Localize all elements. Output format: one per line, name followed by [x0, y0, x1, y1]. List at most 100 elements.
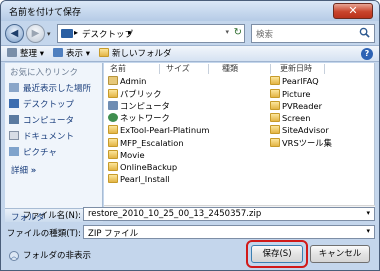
chevron-up-icon: ︿ — [9, 251, 19, 261]
list-item[interactable]: OnlineBackup — [108, 162, 177, 173]
address-dropdown-icon[interactable]: ▾ — [225, 28, 229, 36]
list-item-name: OnlineBackup — [120, 162, 178, 172]
desktop-folder-icon — [61, 29, 73, 38]
computer-icon — [9, 115, 19, 124]
window-title: 名前を付けて保存 — [9, 8, 82, 18]
folder-icon — [108, 174, 118, 183]
folder-icon — [270, 76, 280, 85]
navigation-row: ◀ ▶ ▾ ▸ デスクトップ ▸ ▾ ↻ 検索 — [1, 21, 379, 45]
list-item[interactable]: SiteAdvisor — [270, 125, 329, 136]
column-divider[interactable] — [270, 64, 271, 74]
refresh-icon[interactable]: ↻ — [234, 27, 242, 38]
hide-folders-label: フォルダの非表示 — [23, 251, 92, 261]
organize-icon — [7, 48, 17, 57]
back-button[interactable]: ◀ — [5, 24, 24, 43]
filetype-value[interactable]: ZIP ファイル — [88, 227, 138, 239]
folder-icon — [108, 150, 118, 159]
chevron-down-icon[interactable]: ▾ — [366, 209, 370, 217]
views-button[interactable]: 表示 ▾ — [53, 48, 90, 61]
filename-value[interactable]: restore_2010_10_25_00_13_2450357.zip — [88, 209, 261, 219]
hide-folders-button[interactable]: ︿ フォルダの非表示 — [9, 249, 91, 261]
list-item-name: ExTool-Pearl-Platinum — [120, 125, 210, 135]
filetype-label: ファイルの種類(T): — [6, 229, 81, 239]
list-item[interactable]: Picture — [270, 89, 311, 100]
documents-icon — [9, 131, 19, 140]
column-divider[interactable] — [208, 64, 209, 74]
folder-icon — [270, 138, 280, 147]
list-item[interactable]: パブリック — [108, 89, 162, 100]
sidebar-item-label: ピクチャ — [23, 148, 57, 158]
list-item[interactable]: Pearl_Install — [108, 174, 170, 185]
views-label: 表示 — [66, 49, 84, 59]
filetype-select[interactable]: ZIP ファイル ▾ — [83, 225, 375, 239]
list-item-name: パブリック — [120, 89, 162, 99]
filename-field[interactable]: restore_2010_10_25_00_13_2450357.zip ▾ — [83, 207, 375, 221]
list-item[interactable]: Screen — [270, 113, 311, 124]
search-icon[interactable] — [359, 27, 370, 38]
folder-public-icon — [108, 89, 118, 98]
chevron-down-icon[interactable]: ▾ — [366, 227, 370, 235]
sidebar-item-computer[interactable]: コンピュータ — [9, 115, 74, 127]
organize-button[interactable]: 整理 ▾ — [7, 48, 44, 61]
list-item-name: Admin — [120, 76, 147, 86]
list-item[interactable]: Admin — [108, 76, 146, 87]
sidebar-item-label: コンピュータ — [23, 116, 75, 126]
sidebar-item-label: デスクトップ — [23, 100, 75, 110]
computer-icon — [108, 101, 118, 110]
address-separator-icon[interactable]: ▸ — [74, 28, 78, 37]
list-item-name: コンピュータ — [120, 101, 170, 111]
list-item-name: Movie — [120, 150, 145, 160]
list-item[interactable]: MFP_Escalation — [108, 138, 184, 149]
recent-places-icon — [9, 83, 19, 92]
save-as-dialog: 名前を付けて保存 ✕ ◀ ▶ ▾ ▸ デスクトップ ▸ ▾ ↻ 検索 整理 ▾ … — [0, 0, 380, 271]
details-link[interactable]: 詳細 » — [11, 165, 36, 177]
desktop-icon — [9, 99, 19, 108]
address-bar[interactable]: ▸ デスクトップ ▸ ▾ ↻ — [57, 24, 245, 43]
forward-button[interactable]: ▶ — [26, 24, 45, 43]
column-header-type[interactable]: 種類 — [222, 63, 238, 75]
file-list[interactable]: 名前 サイズ 種類 更新日時 Admin パブリック コンピュータ ネットワーク… — [104, 63, 375, 205]
address-text[interactable]: デスクトップ — [82, 28, 133, 40]
sidebar-item-desktop[interactable]: デスクトップ — [9, 99, 74, 111]
list-item-name: PVReader — [282, 101, 323, 111]
save-button[interactable]: 保存(S) — [251, 245, 303, 263]
list-item-name: ネットワーク — [120, 113, 170, 123]
sidebar-item-recent-places[interactable]: 最近表示した場所 — [9, 83, 91, 95]
list-item[interactable]: PearlFAQ — [270, 76, 319, 87]
list-item-name: PearlFAQ — [282, 76, 319, 86]
list-item[interactable]: ネットワーク — [108, 113, 170, 124]
title-bar: 名前を付けて保存 ✕ — [1, 1, 379, 21]
filetype-row: ファイルの種類(T): ZIP ファイル ▾ — [1, 225, 379, 239]
list-item[interactable]: VRSツール集 — [270, 138, 332, 149]
views-icon — [53, 48, 63, 57]
new-folder-button[interactable]: 新しいフォルダ — [99, 48, 172, 61]
column-header-name[interactable]: 名前 — [110, 63, 126, 75]
pictures-icon — [9, 147, 19, 156]
help-icon[interactable]: ? — [361, 48, 373, 60]
cancel-button[interactable]: キャンセル — [310, 245, 370, 263]
list-item-name: SiteAdvisor — [282, 125, 329, 135]
recent-pages-dropdown-icon[interactable]: ▾ — [47, 30, 51, 38]
sidebar-item-label: ドキュメント — [23, 132, 75, 142]
double-chevron-icon: » — [30, 166, 37, 176]
sidebar-item-pictures[interactable]: ピクチャ — [9, 147, 57, 159]
list-item[interactable]: コンピュータ — [108, 101, 170, 112]
column-header-modified[interactable]: 更新日時 — [280, 63, 312, 75]
close-button[interactable]: ✕ — [333, 3, 373, 19]
list-item[interactable]: PVReader — [270, 101, 322, 112]
column-divider[interactable] — [159, 64, 160, 74]
folder-icon — [108, 125, 118, 134]
list-item[interactable]: Movie — [108, 150, 145, 161]
list-item-name: VRSツール集 — [282, 138, 332, 148]
column-divider[interactable] — [324, 64, 325, 74]
column-header-size[interactable]: サイズ — [166, 63, 190, 75]
list-item[interactable]: ExTool-Pearl-Platinum — [108, 125, 209, 136]
folder-icon — [108, 138, 118, 147]
search-input[interactable]: 検索 — [251, 24, 375, 43]
toolbar: 整理 ▾ 表示 ▾ 新しいフォルダ ? — [1, 45, 379, 62]
search-placeholder: 検索 — [256, 30, 274, 40]
list-item-name: MFP_Escalation — [120, 138, 184, 148]
list-item-name: Picture — [282, 89, 311, 99]
address-separator-icon[interactable]: ▸ — [128, 28, 132, 37]
sidebar-item-documents[interactable]: ドキュメント — [9, 131, 74, 143]
